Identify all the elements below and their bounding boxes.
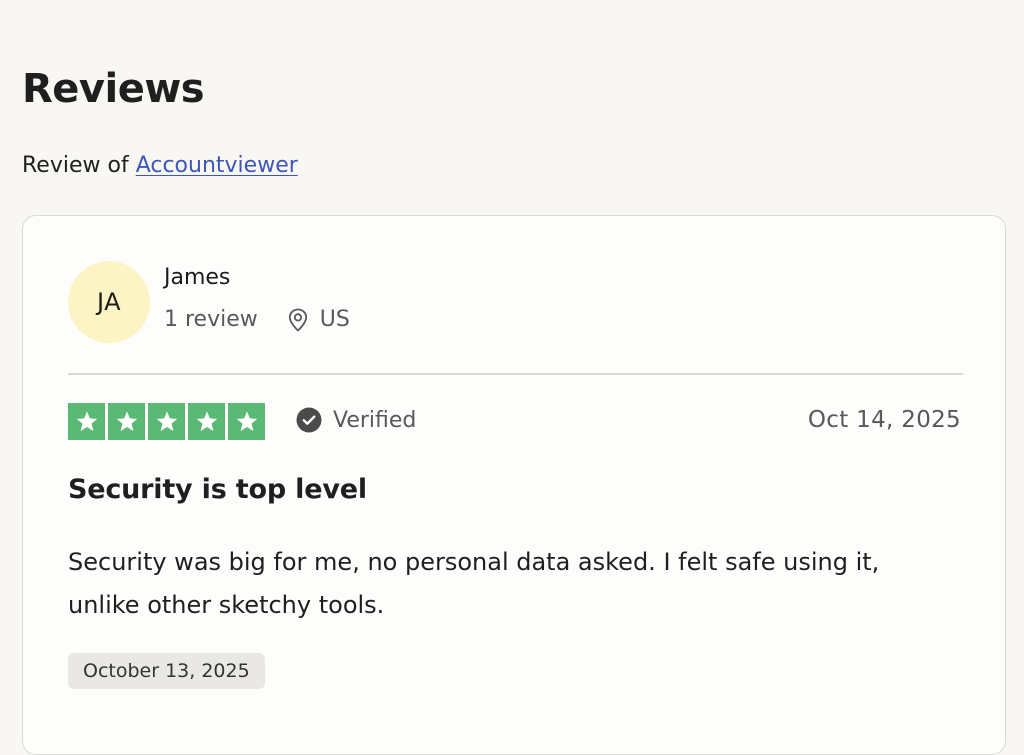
page-title: Reviews — [22, 66, 205, 112]
star-icon — [228, 403, 265, 440]
review-of-line: Review of Accountviewer — [22, 153, 298, 178]
location-pin-icon — [288, 308, 308, 332]
star-icon — [148, 403, 185, 440]
verified-badge[interactable]: Verified — [296, 407, 416, 433]
verified-label: Verified — [333, 407, 417, 433]
reviewer-meta: 1 review US — [164, 307, 350, 332]
avatar[interactable]: JA — [68, 261, 150, 343]
company-link[interactable]: Accountviewer — [136, 153, 298, 178]
star-rating — [68, 403, 265, 440]
reviewer-name[interactable]: James — [164, 265, 230, 290]
review-card: JA James 1 review US Verified Oct 14, 20… — [22, 215, 1006, 755]
review-count: 1 review — [164, 307, 258, 332]
star-icon — [68, 403, 105, 440]
review-body: Security was big for me, no personal dat… — [68, 548, 880, 619]
experience-date-badge: October 13, 2025 — [68, 653, 265, 689]
review-of-label: Review of — [22, 153, 129, 178]
divider — [68, 373, 963, 375]
check-circle-icon — [296, 407, 322, 433]
star-icon — [188, 403, 225, 440]
review-title[interactable]: Security is top level — [68, 474, 367, 505]
review-date: Oct 14, 2025 — [807, 407, 961, 433]
star-icon — [108, 403, 145, 440]
reviewer-country: US — [319, 307, 350, 332]
